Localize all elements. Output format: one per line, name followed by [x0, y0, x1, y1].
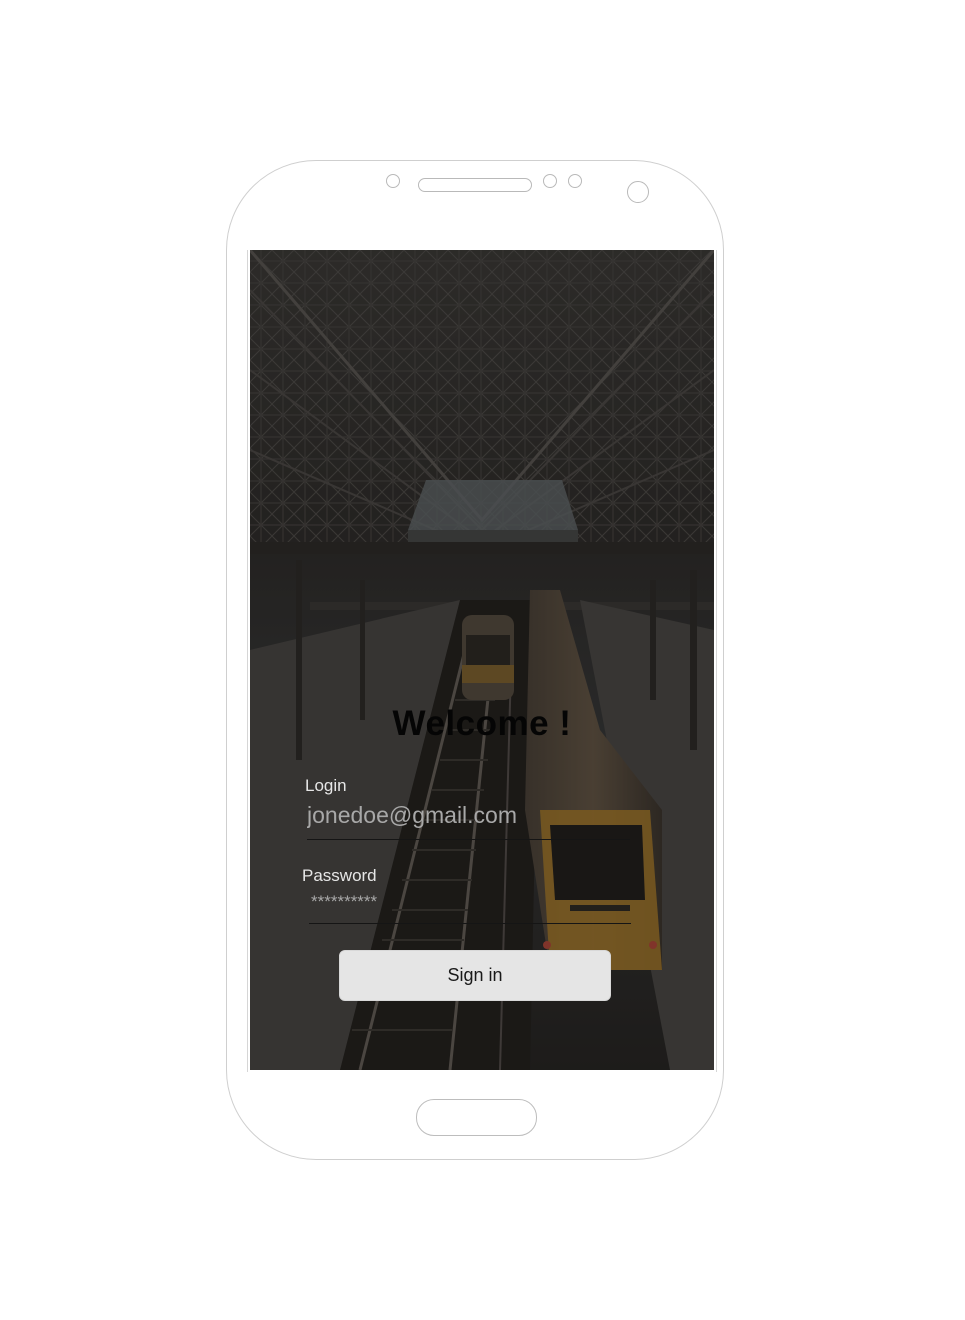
front-camera-icon: [627, 181, 649, 203]
sign-in-button[interactable]: Sign in: [339, 950, 611, 1001]
login-underline: [307, 839, 630, 840]
password-input[interactable]: [311, 891, 611, 913]
sensor-icon: [386, 174, 400, 188]
password-label: Password: [302, 866, 377, 885]
login-input[interactable]: [307, 800, 607, 830]
welcome-title: Welcome !: [392, 704, 572, 743]
sensor-icon: [543, 174, 557, 188]
sensor-icon: [568, 174, 582, 188]
home-button[interactable]: [416, 1099, 537, 1136]
password-underline: [309, 923, 631, 924]
background-overlay: [250, 250, 714, 1070]
speaker-grille: [418, 178, 532, 192]
login-label: Login: [305, 776, 347, 795]
app-screen: Welcome ! Login Password Sign in: [250, 250, 714, 1070]
